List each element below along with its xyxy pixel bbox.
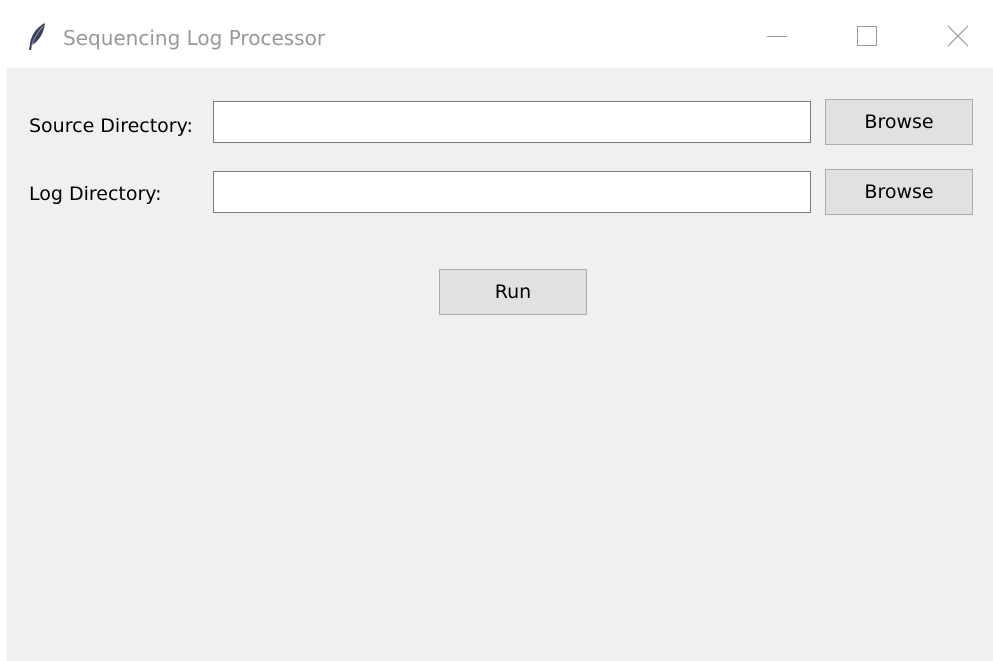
maximize-button[interactable] bbox=[844, 14, 890, 58]
title-bar[interactable]: Sequencing Log Processor bbox=[0, 0, 993, 68]
browse-source-button[interactable]: Browse bbox=[825, 99, 973, 145]
log-directory-label: Log Directory: bbox=[29, 183, 162, 205]
maximize-icon bbox=[857, 26, 877, 46]
source-directory-input[interactable] bbox=[213, 101, 811, 143]
source-directory-label: Source Directory: bbox=[29, 115, 193, 137]
main-panel: Source Directory: Browse Log Directory: … bbox=[7, 68, 993, 661]
browse-log-button[interactable]: Browse bbox=[825, 169, 973, 215]
minimize-icon bbox=[767, 26, 787, 46]
close-button[interactable] bbox=[935, 14, 981, 58]
minimize-button[interactable] bbox=[754, 14, 800, 58]
run-button[interactable]: Run bbox=[439, 269, 587, 315]
window-title: Sequencing Log Processor bbox=[63, 26, 326, 50]
feather-icon bbox=[26, 22, 48, 52]
app-window: Sequencing Log Processor Source Director… bbox=[0, 0, 993, 661]
log-directory-input[interactable] bbox=[213, 171, 811, 213]
close-icon bbox=[947, 25, 969, 47]
